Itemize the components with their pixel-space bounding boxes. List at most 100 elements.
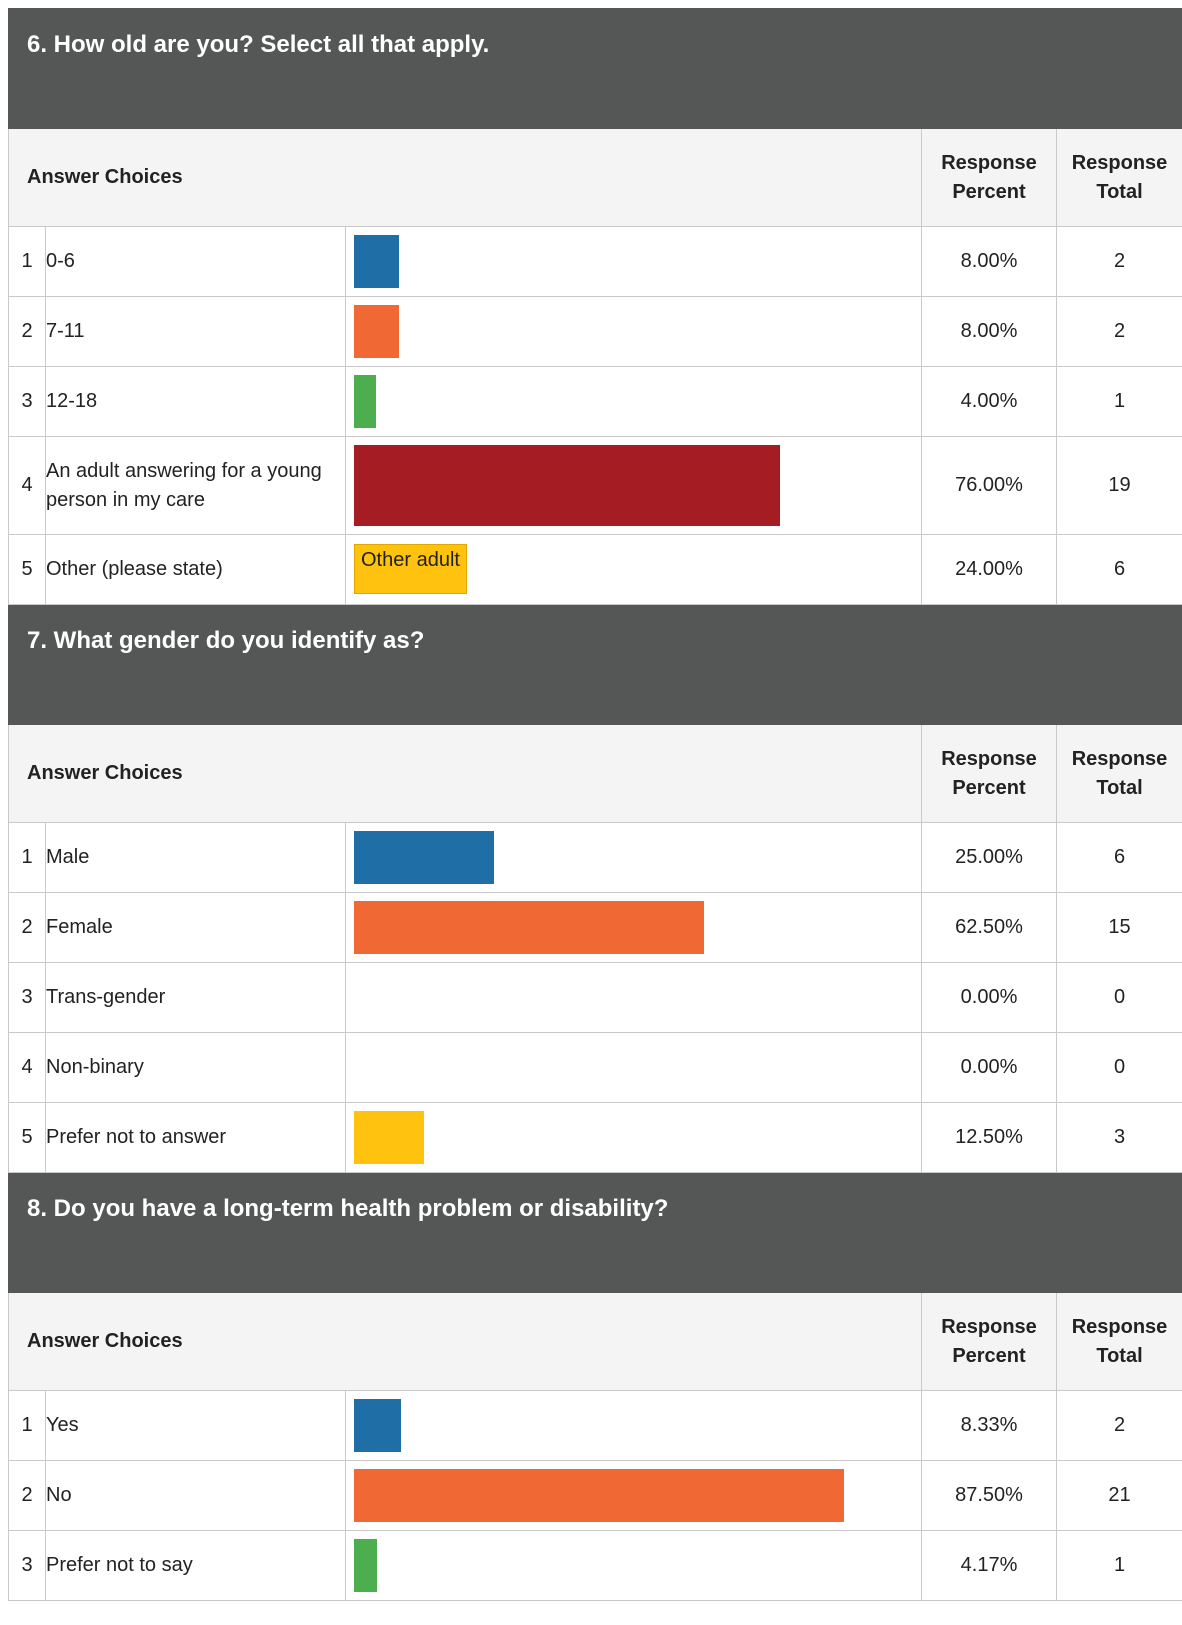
answer-label: Other (please state) [45,534,346,605]
row-number: 4 [8,436,46,535]
bar-cell [345,1460,922,1531]
answer-label: 12-18 [45,366,346,437]
response-percent: 0.00% [921,962,1057,1033]
answer-row: 2 Female 62.50% 15 [8,892,1182,963]
other-response-text: Other adult [354,544,467,594]
bar-cell [345,1530,922,1601]
bar-cell: Other adult [345,534,922,605]
response-total-header-line1: Response [1071,151,1168,174]
response-bar [354,1469,844,1522]
response-percent-header-line1: Response [941,747,1037,770]
answer-choices-header: Answer Choices [8,1292,922,1391]
answer-label: Prefer not to answer [45,1102,346,1173]
response-percent: 8.00% [921,226,1057,297]
bar-cell [345,226,922,297]
response-total-header-line1: Response [1071,1315,1168,1338]
response-bar [354,305,399,358]
row-number: 5 [8,534,46,605]
response-total-header: Response Total [1055,128,1182,227]
response-percent: 8.00% [921,296,1057,367]
response-percent-header: Response Percent [921,128,1057,227]
response-percent-header-line1: Response [941,1315,1037,1338]
response-percent-header: Response Percent [921,724,1057,823]
response-percent: 76.00% [921,436,1057,535]
row-number: 2 [8,892,46,963]
response-total: 2 [1055,226,1182,297]
answer-row: 2 7-11 8.00% 2 [8,296,1182,367]
answer-label: An adult answering for a young person in… [45,436,346,535]
bar-cell [345,962,922,1033]
answer-row: 3 12-18 4.00% 1 [8,366,1182,437]
response-percent-header-line2: Percent [952,1344,1026,1367]
answer-row: 3 Trans-gender 0.00% 0 [8,962,1182,1033]
answer-label: 0-6 [45,226,346,297]
answer-label: Yes [45,1390,346,1461]
response-percent: 24.00% [921,534,1057,605]
answer-label: Trans-gender [45,962,346,1033]
response-total: 0 [1055,1032,1182,1103]
response-total: 6 [1055,822,1182,893]
response-total: 1 [1055,1530,1182,1601]
row-number: 4 [8,1032,46,1103]
response-percent: 87.50% [921,1460,1057,1531]
bar-cell [345,436,922,535]
response-bar [354,1539,377,1592]
bar-cell [345,366,922,437]
answer-row: 1 Yes 8.33% 2 [8,1390,1182,1461]
response-total: 19 [1055,436,1182,535]
response-percent: 4.00% [921,366,1057,437]
response-percent-header-line2: Percent [952,180,1026,203]
response-total-header-line2: Total [1096,776,1143,799]
answer-row: 1 Male 25.00% 6 [8,822,1182,893]
response-total: 21 [1055,1460,1182,1531]
response-total-header-line1: Response [1071,747,1168,770]
response-total: 6 [1055,534,1182,605]
answer-label: 7-11 [45,296,346,367]
column-header-row: Answer Choices Response Percent Response Tot… [8,1292,1182,1391]
answer-label: Non-binary [45,1032,346,1103]
response-bar [354,901,704,954]
response-percent-header-line1: Response [941,151,1037,174]
response-bar [354,375,376,428]
response-total-header-line2: Total [1096,1344,1143,1367]
question-header: 6. How old are you? Select all that appl… [7,8,1182,129]
response-percent-header-line2: Percent [952,776,1026,799]
answer-choices-header: Answer Choices [8,724,922,823]
answer-row: 4 An adult answering for a young person i… [8,436,1182,535]
survey-results: 6. How old are you? Select all that appl… [7,8,1182,1601]
response-total-header: Response Total [1055,724,1182,823]
bar-cell [345,892,922,963]
response-total-header: Response Total [1055,1292,1182,1391]
bar-cell [345,296,922,367]
response-percent: 25.00% [921,822,1057,893]
row-number: 3 [8,962,46,1033]
response-total: 0 [1055,962,1182,1033]
response-percent: 12.50% [921,1102,1057,1173]
response-total: 2 [1055,296,1182,367]
question-title: 6. How old are you? Select all that appl… [7,8,1182,129]
response-total: 2 [1055,1390,1182,1461]
bar-cell [345,822,922,893]
bar-cell [345,1390,922,1461]
row-number: 1 [8,1390,46,1461]
column-header-row: Answer Choices Response Percent Response Tot… [8,128,1182,227]
answer-row: 1 0-6 8.00% 2 [8,226,1182,297]
answer-row: 5 Prefer not to answer 12.50% 3 [8,1102,1182,1173]
bar-cell [345,1032,922,1103]
row-number: 1 [8,226,46,297]
question-header: 8. Do you have a long-term health proble… [7,1172,1182,1293]
row-number: 1 [8,822,46,893]
row-number: 3 [8,366,46,437]
row-number: 3 [8,1530,46,1601]
response-total: 15 [1055,892,1182,963]
row-number: 5 [8,1102,46,1173]
answer-row: 4 Non-binary 0.00% 0 [8,1032,1182,1103]
response-bar [354,235,399,288]
response-bar [354,1111,424,1164]
answer-row: 3 Prefer not to say 4.17% 1 [8,1530,1182,1601]
response-percent: 8.33% [921,1390,1057,1461]
response-percent-header: Response Percent [921,1292,1057,1391]
survey-table: 6. How old are you? Select all that appl… [7,8,1182,1601]
answer-row: 5 Other (please state) Other adult 24.00% 6 [8,534,1182,605]
question-title: 8. Do you have a long-term health proble… [7,1172,1182,1293]
